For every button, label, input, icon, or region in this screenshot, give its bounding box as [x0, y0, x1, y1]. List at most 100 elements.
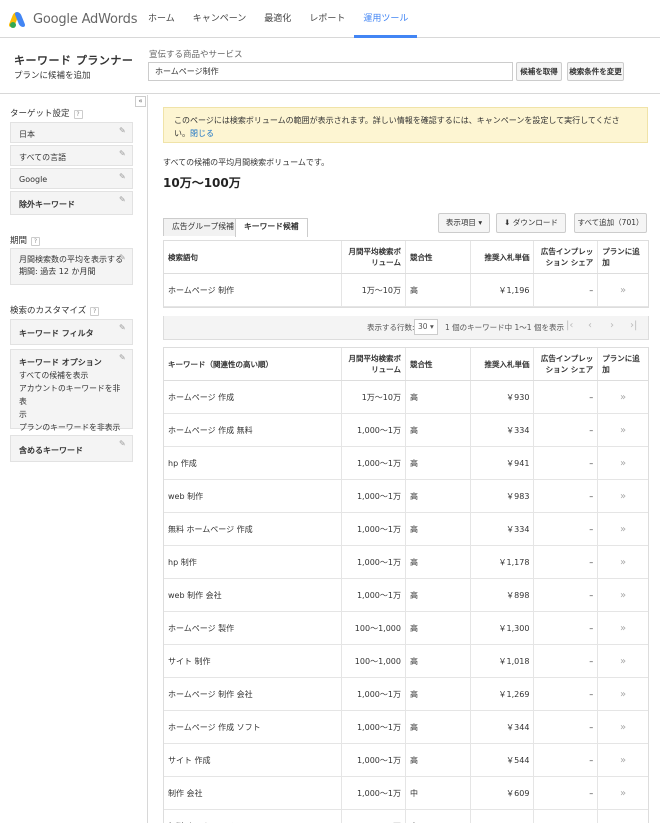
targeting-section-label: ターゲット設定?	[10, 107, 83, 119]
col-suggested-bid[interactable]: 推奨入札単価	[471, 348, 535, 380]
notice-text: このページには検索ボリュームの範囲が表示されます。詳しい情報を確認するには、キャ…	[174, 116, 620, 125]
edit-icon[interactable]: ✎	[119, 439, 128, 448]
download-button[interactable]: ⬇ ダウンロード	[496, 213, 566, 233]
volume-cell: 1,000〜1万	[342, 777, 406, 809]
share-cell: –	[534, 810, 599, 823]
volume-cell: 1,000〜1万	[342, 513, 406, 545]
add-to-plan-icon[interactable]: »	[598, 513, 648, 545]
edit-icon[interactable]: ✎	[119, 195, 128, 204]
col-avg-volume[interactable]: 月間平均検索ボリューム	[342, 348, 406, 380]
bid-cell: ￥334	[471, 513, 535, 545]
col-keyword[interactable]: キーワード（関連性の高い順）	[164, 348, 343, 380]
period-setting[interactable]: 月間検索数の平均を表示する 期間: 過去 12 か月間 ✎	[10, 248, 133, 285]
edit-icon[interactable]: ✎	[119, 353, 128, 362]
table-row: ホームページ 作成 1万〜10万高 ￥930–»	[164, 381, 648, 414]
share-cell: –	[534, 678, 599, 710]
competition-cell: 高	[406, 447, 471, 479]
keyword-filter-label: キーワード フィルタ	[19, 329, 94, 338]
tab-keyword-ideas[interactable]: キーワード候補	[235, 218, 308, 237]
next-page-icon[interactable]: ›	[610, 320, 614, 331]
nav-reports[interactable]: レポート	[300, 0, 354, 38]
add-to-plan-icon[interactable]: »	[598, 612, 648, 644]
dropdown-icon: ▾	[429, 322, 434, 331]
keyword-filter[interactable]: キーワード フィルタ ✎	[10, 319, 133, 345]
add-to-plan-icon[interactable]: »	[598, 274, 648, 306]
table-row: サイト 制作 100〜1,000 高 ￥1,018–»	[164, 645, 648, 678]
edit-icon[interactable]: ✎	[119, 172, 128, 181]
prev-page-icon[interactable]: ‹	[588, 320, 592, 331]
top-nav: Google AdWords ホーム キャンペーン 最適化 レポート 運用ツール	[0, 0, 660, 38]
edit-icon[interactable]: ✎	[119, 149, 128, 158]
include-keywords[interactable]: 含めるキーワード ✎	[10, 435, 133, 462]
keyword-cell: 制作 会社	[164, 777, 343, 809]
product-label: 宣伝する商品やサービス	[149, 50, 243, 60]
last-page-icon[interactable]: ›|	[630, 320, 637, 331]
download-label: ダウンロード	[512, 218, 558, 227]
edit-icon[interactable]: ✎	[119, 323, 128, 332]
col-competition[interactable]: 競合性	[406, 348, 471, 380]
first-page-icon[interactable]: |‹	[566, 320, 573, 331]
add-to-plan-icon[interactable]: »	[598, 414, 648, 446]
help-icon[interactable]: ?	[90, 307, 100, 316]
table-row: web 制作 会社 1,000〜1万高 ￥898–»	[164, 579, 648, 612]
negative-keywords[interactable]: 除外キーワード ✎	[10, 191, 133, 215]
col-impression-share[interactable]: 広告インプレッション シェア	[534, 241, 599, 273]
add-to-plan-icon[interactable]: »	[598, 810, 648, 823]
notice-text-2: い。	[174, 129, 190, 138]
add-to-plan-icon[interactable]: »	[598, 645, 648, 677]
keyword-cell: ホームページ 製作	[164, 612, 343, 644]
modify-search-button[interactable]: 検索条件を変更	[567, 62, 624, 81]
target-language[interactable]: すべての言語 ✎	[10, 145, 133, 166]
nav-home[interactable]: ホーム	[139, 0, 184, 38]
target-network[interactable]: Google ✎	[10, 168, 133, 189]
volume-cell: 100〜1,000	[342, 645, 406, 677]
adwords-logo[interactable]: Google AdWords	[7, 9, 137, 29]
keyword-cell: 無料 ホームページ	[164, 810, 343, 823]
competition-cell: 高	[406, 579, 471, 611]
add-to-plan-icon[interactable]: »	[598, 546, 648, 578]
download-icon: ⬇	[504, 218, 511, 227]
help-icon[interactable]: ?	[31, 237, 41, 246]
get-ideas-button[interactable]: 候補を取得	[516, 62, 562, 81]
keyword-cell: ホームページ 作成	[164, 381, 343, 413]
add-to-plan-icon[interactable]: »	[598, 678, 648, 710]
collapse-sidebar-icon[interactable]: «	[135, 96, 146, 107]
col-search-term[interactable]: 検索語句	[164, 241, 343, 273]
competition-cell: 高	[406, 744, 471, 776]
volume-cell: 1,000〜1万	[342, 579, 406, 611]
competition-cell: 高	[406, 678, 471, 710]
add-to-plan-icon[interactable]: »	[598, 480, 648, 512]
col-avg-volume[interactable]: 月間平均検索ボリューム	[342, 241, 406, 273]
add-to-plan-icon[interactable]: »	[598, 381, 648, 413]
keyword-cell: web 制作 会社	[164, 579, 343, 611]
add-to-plan-icon[interactable]: »	[598, 447, 648, 479]
add-all-button[interactable]: すべて追加（701）	[574, 213, 647, 233]
columns-button[interactable]: 表示項目 ▾	[438, 213, 490, 233]
negative-keywords-label: 除外キーワード	[19, 200, 75, 209]
product-input[interactable]: ホームページ制作	[148, 62, 513, 81]
share-cell: –	[534, 480, 599, 512]
rows-select[interactable]: 30 ▾	[414, 319, 438, 335]
share-cell: –	[534, 447, 599, 479]
edit-icon[interactable]: ✎	[119, 252, 128, 262]
edit-icon[interactable]: ✎	[119, 126, 128, 135]
bid-cell: ￥1,300	[471, 612, 535, 644]
share-cell: –	[534, 274, 599, 306]
help-icon[interactable]: ?	[73, 110, 83, 119]
target-location[interactable]: 日本 ✎	[10, 122, 133, 143]
add-to-plan-icon[interactable]: »	[598, 744, 648, 776]
add-to-plan-icon[interactable]: »	[598, 579, 648, 611]
close-notice-link[interactable]: 閉じる	[190, 129, 214, 138]
add-to-plan-icon[interactable]: »	[598, 777, 648, 809]
tab-ad-group-ideas[interactable]: 広告グループ候補	[163, 218, 243, 236]
volume-cell: 100〜1,000	[342, 612, 406, 644]
add-to-plan-icon[interactable]: »	[598, 711, 648, 743]
keyword-options[interactable]: キーワード オプション すべての候補を表示 アカウントのキーワードを非表 示 プ…	[10, 349, 133, 432]
volume-cell: 1,000〜1万	[342, 711, 406, 743]
col-impression-share[interactable]: 広告インプレッション シェア	[534, 348, 599, 380]
nav-optimization[interactable]: 最適化	[255, 0, 300, 38]
nav-tools[interactable]: 運用ツール	[354, 0, 418, 38]
col-suggested-bid[interactable]: 推奨入札単価	[471, 241, 535, 273]
col-competition[interactable]: 競合性	[406, 241, 471, 273]
nav-campaigns[interactable]: キャンペーン	[184, 0, 256, 38]
